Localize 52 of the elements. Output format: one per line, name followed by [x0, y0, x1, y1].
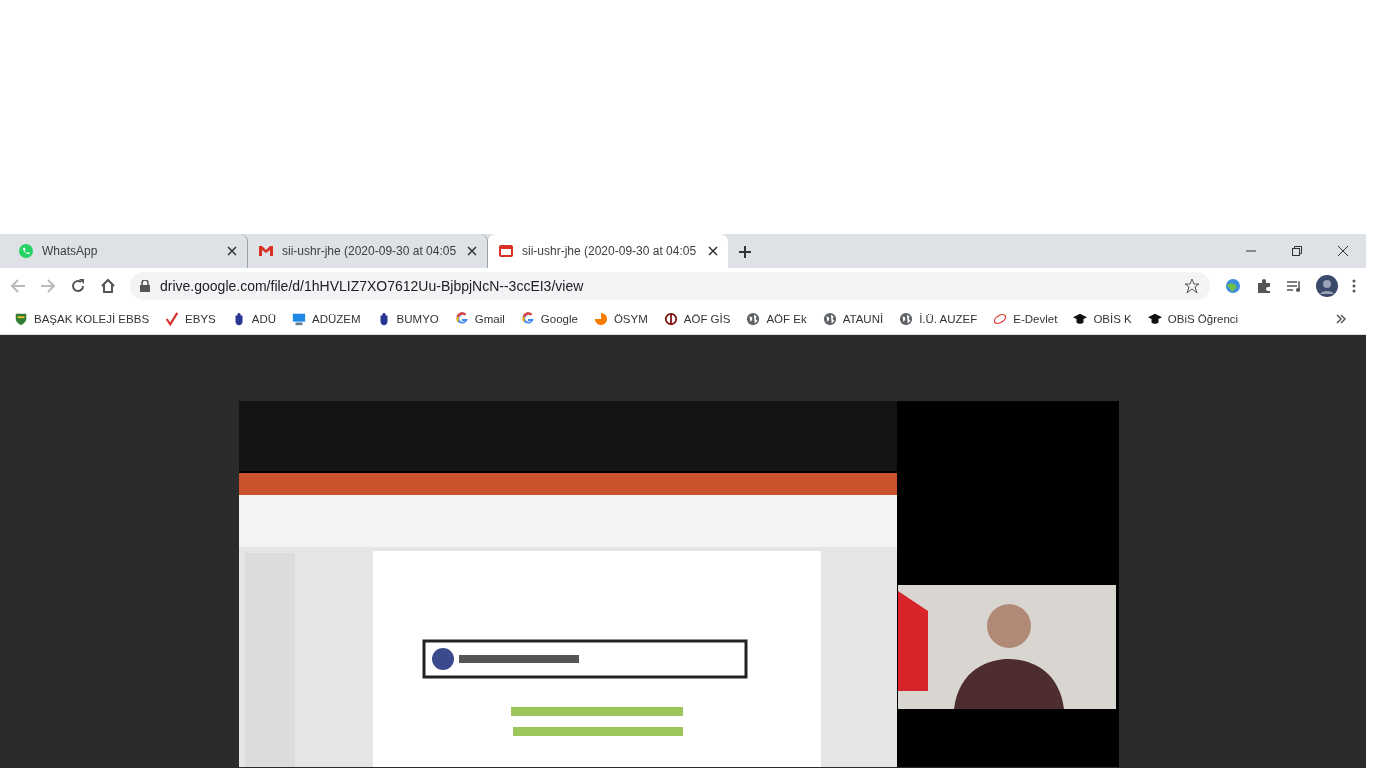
- ring-icon: [663, 312, 678, 326]
- bookmark[interactable]: OBİS K: [1067, 309, 1138, 329]
- close-icon[interactable]: [227, 246, 237, 256]
- bookmark[interactable]: EBYS: [159, 309, 222, 329]
- mail-icon: [258, 243, 274, 259]
- bookmark[interactable]: ÖSYM: [587, 309, 654, 329]
- tab-title: sii-ushr-jhe (2020-09-30 at 04:05: [522, 244, 698, 258]
- restore-icon: [1291, 245, 1303, 257]
- lock-icon: [140, 280, 150, 292]
- globe-icon: [822, 312, 837, 326]
- bookmark[interactable]: İ.Ü. AUZEF: [893, 309, 984, 329]
- bookmark[interactable]: AÖF GİS: [657, 309, 737, 329]
- close-icon[interactable]: [708, 246, 718, 256]
- google-icon: [454, 312, 469, 326]
- swirl-icon: [993, 312, 1008, 326]
- bookmark[interactable]: ADÜZEM: [286, 309, 367, 329]
- pie-icon: [593, 312, 608, 326]
- bookmark[interactable]: Gmail: [448, 309, 511, 329]
- puzzle-icon[interactable]: [1256, 278, 1272, 294]
- globe-icon: [746, 312, 761, 326]
- graduation-cap-icon: [1073, 312, 1088, 326]
- bookmark[interactable]: ATAUNİ: [816, 309, 890, 329]
- google-icon: [520, 312, 535, 326]
- home-icon[interactable]: [100, 278, 116, 294]
- tab-title: WhatsApp: [42, 244, 99, 258]
- menu-icon[interactable]: [1352, 279, 1356, 293]
- star-icon[interactable]: [1184, 278, 1200, 294]
- monitor-icon: [292, 312, 307, 326]
- check-icon: [165, 312, 180, 326]
- close-icon[interactable]: [467, 246, 477, 256]
- plus-icon: [738, 245, 752, 259]
- bookmark[interactable]: E-Devlet: [987, 309, 1064, 329]
- shield-icon: [14, 312, 28, 326]
- reload-icon[interactable]: [70, 278, 86, 294]
- bookmark[interactable]: OBiS Öğrenci: [1141, 309, 1245, 329]
- globe-icon: [899, 312, 914, 326]
- tab-title: sii-ushr-jhe (2020-09-30 at 04:05: [282, 244, 458, 258]
- close-icon: [1337, 245, 1349, 257]
- bookmark[interactable]: ADÜ: [225, 309, 283, 329]
- bookmark[interactable]: Google: [514, 309, 584, 329]
- bookmark[interactable]: AÖF Ek: [740, 309, 813, 329]
- browser-tab[interactable]: sii-ushr-jhe (2020-09-30 at 04:05: [488, 234, 728, 268]
- url-text: drive.google.com/file/d/1hHVLIZ7XO7612Uu-BjbpjNcN--3ccEI3/view: [160, 278, 585, 294]
- graduation-cap-icon: [1147, 312, 1162, 326]
- bookmark[interactable]: BUMYO: [370, 309, 445, 329]
- chat-bubble-icon: [18, 243, 34, 259]
- playlist-icon[interactable]: [1286, 278, 1302, 294]
- more-bookmarks-icon[interactable]: [1336, 314, 1346, 324]
- bookmark[interactable]: BAŞAK KOLEJİ EBBS: [8, 309, 156, 329]
- clapperboard-icon: [498, 243, 514, 259]
- avatar-icon[interactable]: [1316, 275, 1338, 297]
- address-bar[interactable]: drive.google.com/file/d/1hHVLIZ7XO7612Uu-BjbpjNcN--3ccEI3/view: [130, 272, 1210, 300]
